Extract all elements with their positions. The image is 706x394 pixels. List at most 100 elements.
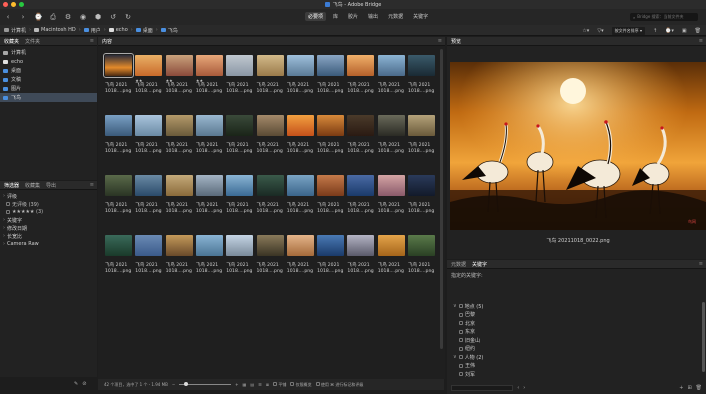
thumbnail[interactable]: 飞鸟 2021 1018....png [165, 175, 195, 215]
previous-icon[interactable]: ‹ [517, 385, 519, 391]
thumbnail-size-slider[interactable] [179, 382, 232, 386]
thumbnail[interactable]: 飞鸟 2021 1018....png [105, 235, 134, 275]
sidebar-item-4[interactable]: 图片 [0, 84, 97, 93]
keyword-item[interactable]: 旧金山 [453, 336, 706, 345]
thumbnail-image[interactable] [195, 115, 223, 136]
open-in-camera-raw-icon[interactable]: ◉ [79, 13, 87, 21]
keyword-item[interactable]: 北京 [453, 319, 706, 328]
checkbox-icon[interactable] [459, 346, 463, 351]
panel-menu-icon[interactable]: ≡ [699, 38, 703, 44]
workspace-filmstrip[interactable]: 胶片 [345, 12, 361, 21]
thumbnail[interactable]: 飞鸟 2021 1018....png [105, 115, 134, 155]
thumbnail[interactable]: 飞鸟 2021 1018....png [377, 235, 407, 275]
tab-keywords[interactable]: 关键字 [472, 261, 487, 268]
thumbnail-image[interactable] [165, 235, 193, 256]
tab-folders[interactable]: 文件夹 [25, 38, 40, 45]
slider-knob[interactable] [184, 382, 189, 386]
thumbnail-image[interactable] [347, 175, 375, 196]
checkbox-icon[interactable] [459, 338, 463, 343]
thumbnail[interactable]: 飞鸟 2021 1018....png [286, 55, 316, 95]
breadcrumb-item-computer[interactable]: 计算机 [4, 27, 26, 34]
thumbnail-image[interactable] [226, 55, 254, 76]
thumbnail[interactable]: 飞鸟 2021 1018....png [408, 55, 437, 95]
thumbnail[interactable]: 飞鸟 2021 1018....png [135, 175, 164, 215]
thumbnail[interactable]: 飞鸟 2021 1018....png [408, 235, 437, 275]
thumbnail[interactable]: 飞鸟 2021 1018....png [286, 175, 316, 215]
thumbnail-image[interactable] [317, 55, 345, 76]
tab-metadata[interactable]: 元数据 [451, 261, 466, 268]
thumbnail[interactable]: 飞鸟 2021 1018....png [317, 115, 346, 155]
keyword-item[interactable]: 王伟 [453, 362, 706, 371]
thumbnail-image[interactable] [347, 235, 375, 256]
thumbnail[interactable]: ★★ 飞鸟 2021 1018....png [195, 55, 225, 95]
thumbnail-image[interactable] [256, 235, 284, 256]
sort-dropdown[interactable]: 按文件名排序 ▾ [611, 27, 645, 35]
checkbox-icon[interactable] [458, 304, 463, 309]
thumbnail[interactable]: 飞鸟 2021 1018....png [377, 175, 407, 215]
tile-checkbox[interactable]: 平铺 [273, 381, 286, 388]
grid-lock-icon[interactable]: ▦ [243, 382, 247, 387]
content-scrollbar[interactable] [440, 49, 443, 349]
breadcrumb-item-disk[interactable]: Macintosh HD [34, 27, 76, 33]
rating-stars[interactable]: ★★ [135, 78, 142, 83]
thumbnail-image[interactable] [377, 55, 405, 76]
filter-option[interactable]: 无评级 (39) [3, 200, 94, 208]
filter-icon[interactable]: ▽▾ [597, 28, 603, 34]
thumbnail-image[interactable] [408, 235, 435, 256]
zoom-in-icon[interactable]: + [235, 382, 238, 387]
thumbnail[interactable]: 飞鸟 2021 1018....png [408, 115, 437, 155]
chevron-down-icon[interactable]: ∨ [453, 354, 457, 360]
thumbnail-image[interactable] [226, 115, 254, 136]
breadcrumb-item-desktop[interactable]: 桌面 [135, 27, 153, 34]
tab-filter[interactable]: 筛选器 [4, 182, 19, 189]
keyword-group[interactable]: ∨ 人物 (2) [453, 353, 706, 362]
thumbnail-image[interactable] [317, 175, 345, 196]
sidebar-item-1[interactable]: echo [0, 57, 97, 66]
thumbnail[interactable]: 飞鸟 2021 1018....png [226, 55, 255, 95]
thumbnail-image[interactable] [103, 53, 134, 78]
thumbnail-image[interactable] [286, 115, 314, 136]
thumbnail[interactable]: 飞鸟 2021 1018....png [286, 115, 316, 155]
filter-category[interactable]: › 评级 [3, 192, 94, 200]
thumbnail-image[interactable] [135, 115, 163, 136]
view-details-icon[interactable]: ☰ [258, 382, 262, 387]
filter-category[interactable]: › 修改日期 [3, 224, 94, 232]
thumbnail[interactable]: ★★ 飞鸟 2021 1018....png [135, 55, 164, 95]
checkbox-icon[interactable] [459, 372, 463, 377]
workspace-metadata[interactable]: 元数据 [385, 12, 406, 21]
camera-import-icon[interactable]: ⎙ [49, 13, 57, 22]
delete-keyword-icon[interactable]: 🗑 [696, 385, 702, 391]
thumbnail-image[interactable] [195, 235, 223, 256]
thumbnail-image[interactable] [286, 235, 314, 256]
thumbnail-image[interactable] [195, 55, 223, 76]
filter-category[interactable]: › Camera Raw [3, 240, 94, 248]
sidebar-item-2[interactable]: 桌面 [0, 66, 97, 75]
thumbnail[interactable]: 飞鸟 2021 1018....png [347, 235, 376, 275]
panel-menu-icon[interactable]: ≡ [438, 38, 442, 44]
output-icon[interactable]: ⬢ [94, 13, 102, 21]
tab-export[interactable]: 导出 [46, 182, 56, 189]
breadcrumb-item-users[interactable]: 用户 [83, 27, 101, 34]
view-list-icon[interactable]: ≣ [266, 382, 269, 387]
thumbnail-image[interactable] [347, 55, 375, 76]
thumbnail[interactable]: ★★ 飞鸟 2021 1018....png [165, 55, 195, 95]
thumbnail[interactable]: 飞鸟 2021 1018....png [165, 235, 195, 275]
thumbnail[interactable]: 飞鸟 2021 1018....png [256, 235, 286, 275]
breadcrumb-item-echo[interactable]: echo [108, 27, 128, 33]
thumbnail-image[interactable] [105, 175, 132, 196]
keyword-scrollbar[interactable] [702, 302, 705, 372]
view-thumbnails-icon[interactable]: ▤ [250, 382, 254, 387]
thumbnail[interactable]: 飞鸟 2021 1018....png [347, 55, 376, 95]
checkbox-icon[interactable] [459, 312, 463, 317]
thumbnail[interactable]: 飞鸟 2021 1018....png [226, 235, 255, 275]
thumbnail-image[interactable] [135, 55, 163, 76]
thumbnail-image[interactable] [256, 55, 284, 76]
thumbnail[interactable]: 飞鸟 2021 1018....png [105, 175, 134, 215]
thumbnail[interactable]: 飞鸟 2021 1018....png [256, 115, 286, 155]
thumbnail-image[interactable] [408, 115, 435, 136]
zoom-window-button[interactable] [19, 2, 24, 7]
thumbnail[interactable]: 飞鸟 2021 1018....png [226, 115, 255, 155]
thumbnail[interactable]: 飞鸟 2021 1018....png [195, 235, 225, 275]
thumbnail-image[interactable] [256, 175, 284, 196]
thumbnail-image[interactable] [377, 235, 405, 256]
